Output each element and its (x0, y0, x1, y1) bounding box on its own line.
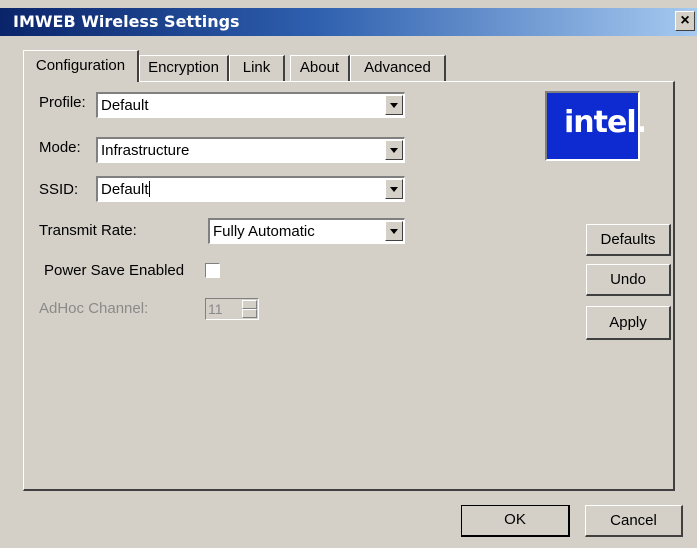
mode-label: Mode: (39, 139, 81, 156)
text-caret (148, 181, 150, 197)
tab-about[interactable]: About (290, 55, 350, 81)
transmit-rate-label: Transmit Rate: (39, 222, 137, 239)
power-save-checkbox[interactable] (205, 263, 220, 278)
intel-logo: intel. (545, 91, 647, 161)
mode-value: Infrastructure (101, 142, 190, 159)
transmit-rate-select[interactable]: Fully Automatic (208, 218, 405, 244)
chevron-down-icon[interactable] (385, 140, 403, 160)
tab-encryption[interactable]: Encryption (139, 55, 229, 81)
spin-down-icon[interactable] (242, 309, 257, 318)
profile-select[interactable]: Default (96, 92, 405, 118)
profile-value: Default (101, 97, 149, 114)
apply-button[interactable]: Apply (586, 306, 671, 340)
mode-select[interactable]: Infrastructure (96, 137, 405, 163)
chevron-down-icon[interactable] (385, 221, 403, 241)
defaults-button[interactable]: Defaults (586, 224, 671, 256)
ssid-combo[interactable]: Default (96, 176, 405, 202)
chevron-down-icon[interactable] (385, 179, 403, 199)
adhoc-channel-label: AdHoc Channel: (39, 300, 149, 317)
tab-link[interactable]: Link (229, 55, 285, 81)
adhoc-channel-value: 11 (208, 301, 223, 317)
profile-label: Profile: (39, 94, 86, 111)
ssid-input[interactable]: Default (101, 181, 149, 198)
window-title: IMWEB Wireless Settings (13, 12, 240, 31)
title-bar[interactable]: IMWEB Wireless Settings × (0, 8, 697, 36)
tab-configuration[interactable]: Configuration (23, 50, 139, 82)
undo-button[interactable]: Undo (586, 264, 671, 296)
ssid-label: SSID: (39, 181, 79, 198)
transmit-rate-value: Fully Automatic (213, 223, 315, 240)
tab-advanced[interactable]: Advanced (350, 55, 446, 81)
close-button[interactable]: × (675, 11, 695, 31)
spin-up-icon[interactable] (242, 300, 257, 309)
close-icon: × (680, 12, 690, 29)
adhoc-channel-spinner[interactable]: 11 (205, 298, 259, 320)
chevron-down-icon[interactable] (385, 95, 403, 115)
cancel-button[interactable]: Cancel (585, 505, 683, 537)
power-save-label: Power Save Enabled (44, 262, 185, 279)
ok-button[interactable]: OK (461, 505, 570, 537)
